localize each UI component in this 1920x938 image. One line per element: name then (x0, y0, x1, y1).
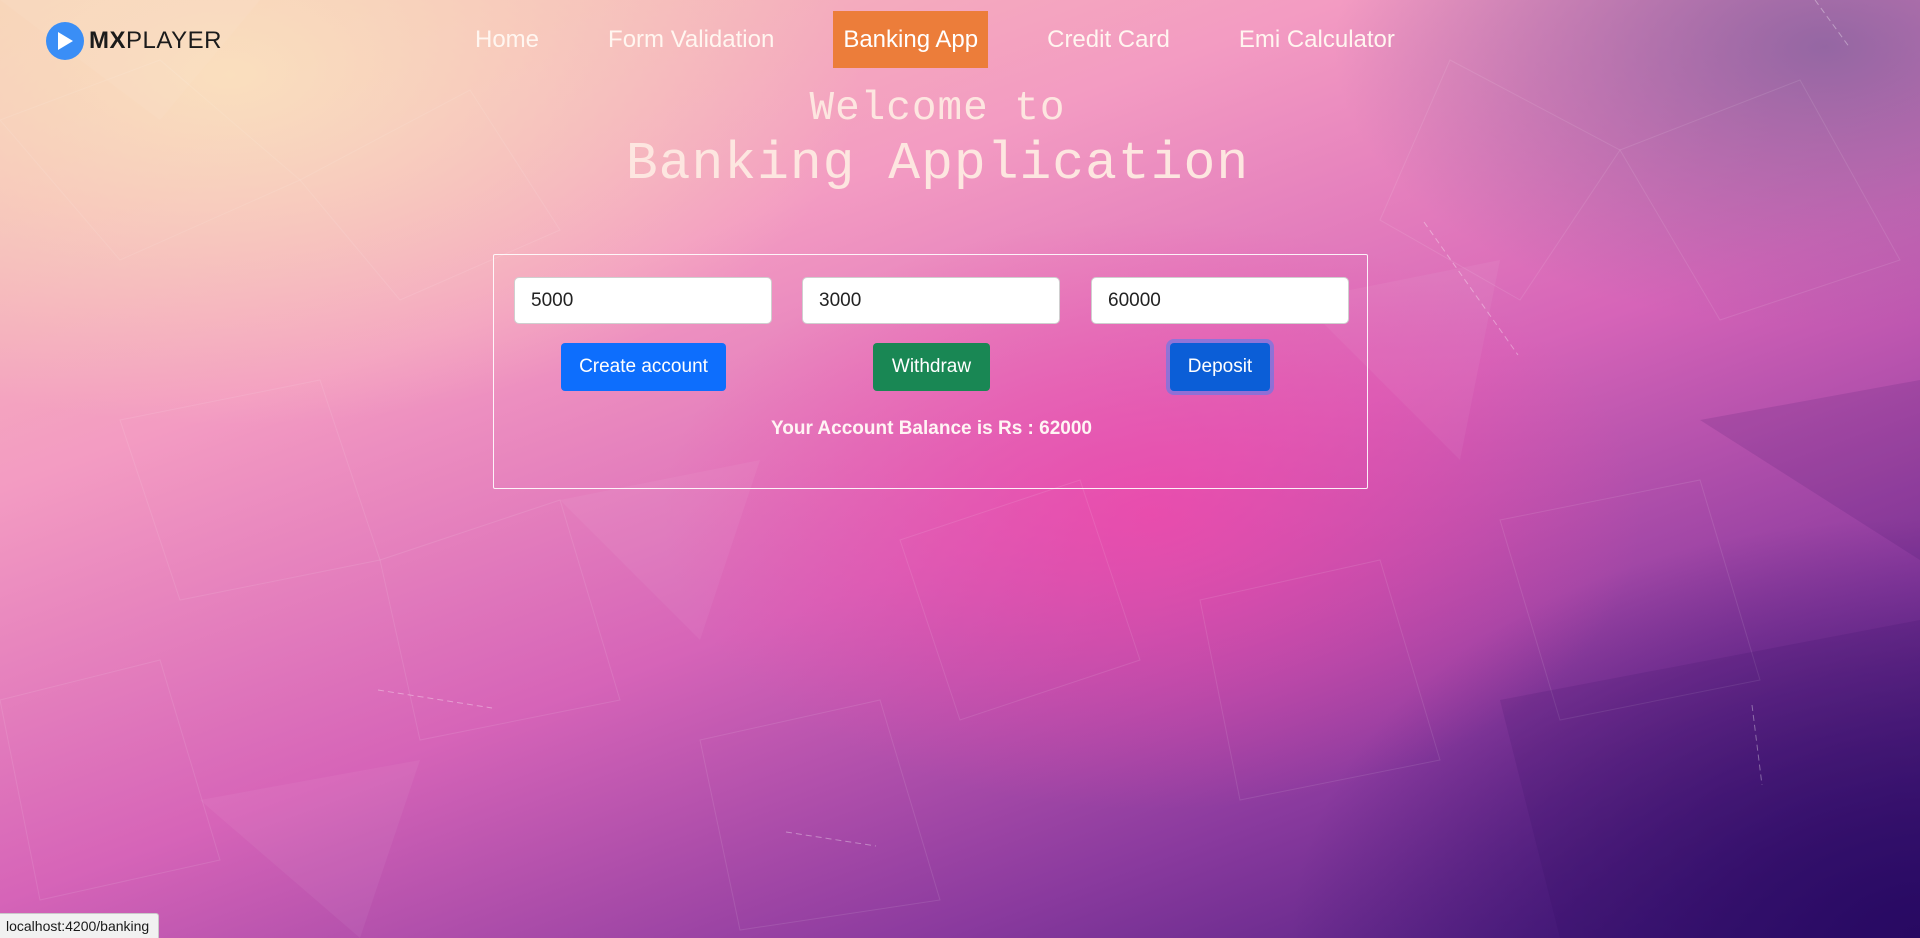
navbar: MXPLAYER Home Form Validation Banking Ap… (0, 0, 1920, 82)
nav-link-banking-app[interactable]: Banking App (833, 11, 989, 68)
brand-name: MXPLAYER (89, 27, 222, 54)
play-icon (46, 22, 84, 60)
create-account-button[interactable]: Create account (561, 343, 726, 391)
nav-link-form-validation[interactable]: Form Validation (598, 11, 784, 68)
banking-card: Create account Withdraw Deposit Your Acc… (493, 254, 1368, 489)
withdraw-button[interactable]: Withdraw (873, 343, 990, 391)
status-bar-url: localhost:4200/banking (0, 913, 160, 938)
deposit-button[interactable]: Deposit (1170, 343, 1270, 391)
nav-link-home[interactable]: Home (465, 11, 549, 68)
create-amount-input[interactable] (514, 277, 772, 324)
deposit-amount-input[interactable] (1091, 277, 1349, 324)
account-balance: Your Account Balance is Rs : 62000 (770, 418, 1092, 439)
page-title: Banking Application (625, 134, 1250, 194)
nav-link-credit-card[interactable]: Credit Card (1037, 11, 1180, 68)
nav-links: Home Form Validation Banking App Credit … (465, 11, 1454, 68)
nav-link-emi-calculator[interactable]: Emi Calculator (1229, 11, 1405, 68)
withdraw-amount-input[interactable] (802, 277, 1060, 324)
welcome-heading: Welcome to (809, 86, 1066, 132)
brand-logo[interactable]: MXPLAYER (46, 22, 222, 60)
